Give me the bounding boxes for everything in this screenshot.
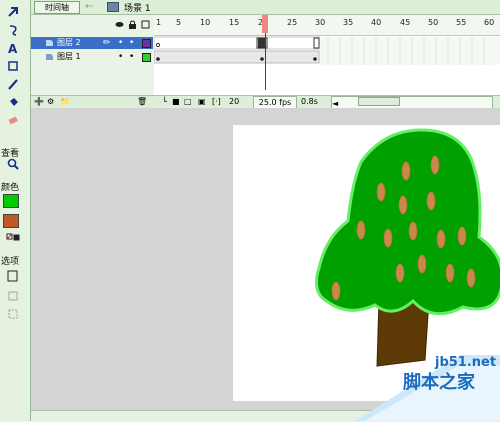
timeline-layers-panel: 图层 2 ✏ • • 图层 1 • • bbox=[31, 15, 153, 95]
tools-panel: A 查看 颜色 选项 bbox=[0, 0, 31, 421]
layer-outline-color[interactable] bbox=[142, 39, 151, 48]
ruler-tick: 60 bbox=[484, 18, 495, 27]
layers-header bbox=[31, 15, 153, 35]
scene-icon bbox=[107, 2, 119, 12]
timeline-frames[interactable]: 1 5 10 15 20 25 30 35 40 45 50 55 60 bbox=[154, 15, 500, 95]
stroke-color-swatch[interactable] bbox=[3, 194, 19, 208]
paint-bucket-icon[interactable] bbox=[4, 94, 22, 110]
timeline-topbar: 时间轴 ← 场景 1 bbox=[31, 0, 500, 15]
brush-tool-icon[interactable] bbox=[4, 76, 22, 92]
snap-option-icon[interactable] bbox=[4, 268, 22, 284]
lock-dot[interactable]: • bbox=[129, 51, 134, 63]
visible-dot[interactable]: • bbox=[118, 37, 123, 49]
ruler-tick: 25 bbox=[287, 18, 298, 27]
ruler-tick: 45 bbox=[400, 18, 411, 27]
zoom-icon[interactable] bbox=[4, 156, 22, 172]
ruler-tick: 40 bbox=[371, 18, 382, 27]
back-arrow-icon[interactable]: ← bbox=[85, 1, 93, 12]
eye-icon[interactable] bbox=[115, 20, 124, 29]
edit-multiple-frames-icon[interactable]: ▣ bbox=[198, 96, 206, 107]
subselect-icon[interactable] bbox=[4, 22, 22, 38]
text-tool-icon[interactable]: A bbox=[4, 40, 22, 56]
ruler-tick: 15 bbox=[229, 18, 240, 27]
add-layer-icon[interactable]: ➕ bbox=[34, 96, 44, 107]
smooth-option-icon[interactable] bbox=[4, 288, 22, 304]
frames-grid bbox=[154, 36, 500, 65]
ruler-tick: 10 bbox=[200, 18, 211, 27]
color-section-label: 颜色 bbox=[1, 183, 20, 193]
scene-label: 场景 1 bbox=[124, 4, 151, 14]
playhead-line bbox=[265, 33, 266, 90]
playhead[interactable] bbox=[262, 15, 268, 33]
layer-row-2[interactable]: 图层 2 ✏ • • bbox=[31, 37, 153, 49]
onion-skin-icon[interactable]: ■ bbox=[172, 96, 180, 107]
timeline-tab[interactable]: 时间轴 bbox=[34, 1, 80, 14]
ruler-tick: 5 bbox=[176, 18, 182, 27]
layer-row-1[interactable]: 图层 1 • • bbox=[31, 51, 153, 63]
timeline-bottombar: ➕ ⚙ 📁 🗑 └ ■ □ ▣ [·] 20 25.0 fps 0.8s ◄ bbox=[31, 95, 500, 109]
delete-layer-icon[interactable]: 🗑 bbox=[137, 96, 147, 107]
elapsed-time-display: 0.8s bbox=[301, 97, 318, 106]
options-section-label: 选项 bbox=[1, 257, 20, 267]
ruler-tick: 55 bbox=[456, 18, 467, 27]
ruler-tick: 1 bbox=[156, 18, 162, 27]
frame-ruler[interactable]: 1 5 10 15 20 25 30 35 40 45 50 55 60 bbox=[154, 15, 500, 36]
watermark-text: 脚本之家 bbox=[403, 372, 475, 393]
outline-icon[interactable] bbox=[141, 20, 150, 29]
layer-outline-color[interactable] bbox=[142, 53, 151, 62]
layer-name: 图层 2 bbox=[57, 38, 81, 47]
lasso-icon[interactable] bbox=[4, 4, 22, 20]
add-folder-icon[interactable]: 📁 bbox=[60, 96, 70, 107]
eraser-icon[interactable] bbox=[4, 112, 22, 128]
layer-icon bbox=[46, 54, 53, 60]
lock-icon[interactable] bbox=[128, 20, 137, 29]
pencil-icon: ✏ bbox=[103, 38, 111, 48]
svg-text:A: A bbox=[8, 42, 18, 54]
onion-outline-icon[interactable]: □ bbox=[184, 96, 192, 107]
lock-dot[interactable]: • bbox=[129, 37, 134, 49]
current-frame-display: 20 bbox=[229, 97, 240, 106]
onion-markers-icon[interactable]: [·] bbox=[212, 96, 221, 107]
layer-icon bbox=[46, 40, 53, 46]
ruler-tick: 35 bbox=[343, 18, 354, 27]
center-frame-icon[interactable]: └ bbox=[162, 96, 167, 107]
layer-name: 图层 1 bbox=[57, 52, 81, 61]
swap-colors-icon[interactable] bbox=[4, 230, 22, 246]
ruler-tick: 30 bbox=[315, 18, 326, 27]
visible-dot[interactable]: • bbox=[118, 51, 123, 63]
add-guide-icon[interactable]: ⚙ bbox=[47, 96, 54, 107]
ruler-tick: 50 bbox=[428, 18, 439, 27]
fill-color-swatch[interactable] bbox=[3, 214, 19, 228]
straighten-option-icon[interactable] bbox=[4, 306, 22, 322]
rectangle-tool-icon[interactable] bbox=[4, 58, 22, 74]
